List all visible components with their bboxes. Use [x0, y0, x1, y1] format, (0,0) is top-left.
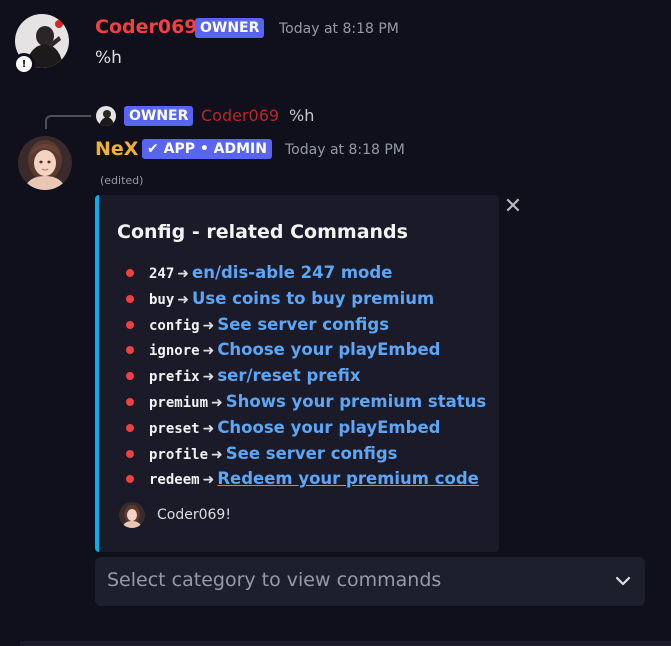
arrow-icon: ➜	[202, 420, 215, 437]
command-name: redeem	[149, 472, 200, 489]
owner-badge: OWNER	[195, 18, 265, 38]
command-description: See server configs	[217, 314, 390, 334]
command-description: See server configs	[225, 443, 398, 463]
command-item: premium ➜ Shows your premium status	[121, 389, 486, 415]
command-name: config	[149, 317, 200, 334]
command-name: buy	[149, 291, 175, 308]
command-description: Use coins to buy premium	[192, 288, 435, 308]
avatar-nex-image	[18, 136, 72, 190]
command-description: Choose your playEmbed	[217, 340, 441, 360]
embed-title: Config - related Commands	[117, 221, 408, 243]
command-item: redeem ➜ Redeem your premium code	[121, 466, 486, 492]
command-description: en/dis-able 247 mode	[192, 263, 393, 282]
command-name: preset	[149, 420, 200, 437]
bottom-divider	[20, 641, 671, 646]
close-icon[interactable]: ✕	[503, 196, 523, 218]
bullet-icon	[126, 449, 134, 458]
status-icon: !	[13, 53, 35, 75]
timestamp[interactable]: Today at 8:18 PM	[279, 21, 399, 37]
select-placeholder: Select category to view commands	[107, 569, 442, 591]
command-name: profile	[149, 446, 209, 463]
timestamp[interactable]: Today at 8:18 PM	[285, 142, 405, 158]
bullet-icon	[126, 320, 134, 329]
username[interactable]: Coder069	[95, 16, 198, 38]
command-name: premium	[149, 394, 209, 411]
command-description-link[interactable]: Redeem your premium code	[217, 469, 479, 488]
reply-avatar-image	[96, 106, 116, 126]
arrow-icon: ➜	[202, 343, 215, 360]
bullet-icon	[126, 269, 134, 277]
category-select[interactable]: Select category to view commands	[95, 557, 645, 606]
command-item: prefix ➜ ser/reset prefix	[121, 363, 486, 389]
command-item: preset ➜ Choose your playEmbed	[121, 415, 486, 441]
arrow-icon: ➜	[177, 291, 190, 308]
bullet-icon	[126, 423, 134, 432]
command-description: Choose your playEmbed	[217, 417, 441, 437]
bullet-icon	[126, 397, 134, 406]
footer-avatar	[119, 502, 145, 528]
command-list: 247 ➜ en/dis-able 247 mode buy ➜ Use coins to…	[121, 260, 486, 492]
chevron-down-icon	[615, 576, 631, 586]
reply-avatar[interactable]	[96, 106, 116, 126]
bullet-icon	[126, 294, 134, 303]
embed-footer: Coder069!	[157, 507, 231, 523]
check-icon: ✔	[147, 141, 159, 157]
command-description: Shows your premium status	[225, 391, 487, 411]
reply-username[interactable]: Coder069	[201, 106, 279, 125]
command-description: ser/reset prefix	[217, 366, 361, 386]
username[interactable]: NeX	[95, 138, 138, 160]
embed-card: Config - related Commands 247 ➜ en/dis-abl…	[95, 195, 499, 552]
edited-label: (edited)	[100, 174, 144, 187]
command-name: 247	[149, 266, 175, 282]
command-item: buy ➜ Use coins to buy premium	[121, 286, 486, 312]
bullet-icon	[126, 475, 134, 484]
arrow-icon: ➜	[211, 446, 223, 463]
command-name: ignore	[149, 343, 200, 360]
footer-avatar-image	[119, 502, 145, 528]
arrow-icon: ➜	[202, 317, 215, 334]
reply-connector	[45, 115, 91, 129]
message-content: %h	[95, 48, 122, 68]
app-admin-label: APP • ADMIN	[163, 141, 267, 157]
command-item: ignore ➜ Choose your playEmbed	[121, 337, 486, 363]
arrow-icon: ➜	[177, 266, 190, 282]
arrow-icon: ➜	[202, 369, 215, 386]
avatar-nex[interactable]	[18, 136, 72, 190]
reply-content[interactable]: %h	[289, 106, 314, 125]
bullet-icon	[126, 346, 134, 355]
bullet-icon	[126, 372, 134, 381]
command-item: 247 ➜ en/dis-able 247 mode	[121, 260, 486, 286]
app-admin-badge: ✔ APP • ADMIN	[142, 139, 272, 159]
command-item: profile ➜ See server configs	[121, 441, 486, 467]
arrow-icon: ➜	[211, 394, 223, 411]
reply-owner-badge: OWNER	[124, 106, 194, 126]
arrow-icon: ➜	[202, 472, 215, 489]
command-name: prefix	[149, 369, 200, 386]
command-item: config ➜ See server configs	[121, 312, 486, 338]
